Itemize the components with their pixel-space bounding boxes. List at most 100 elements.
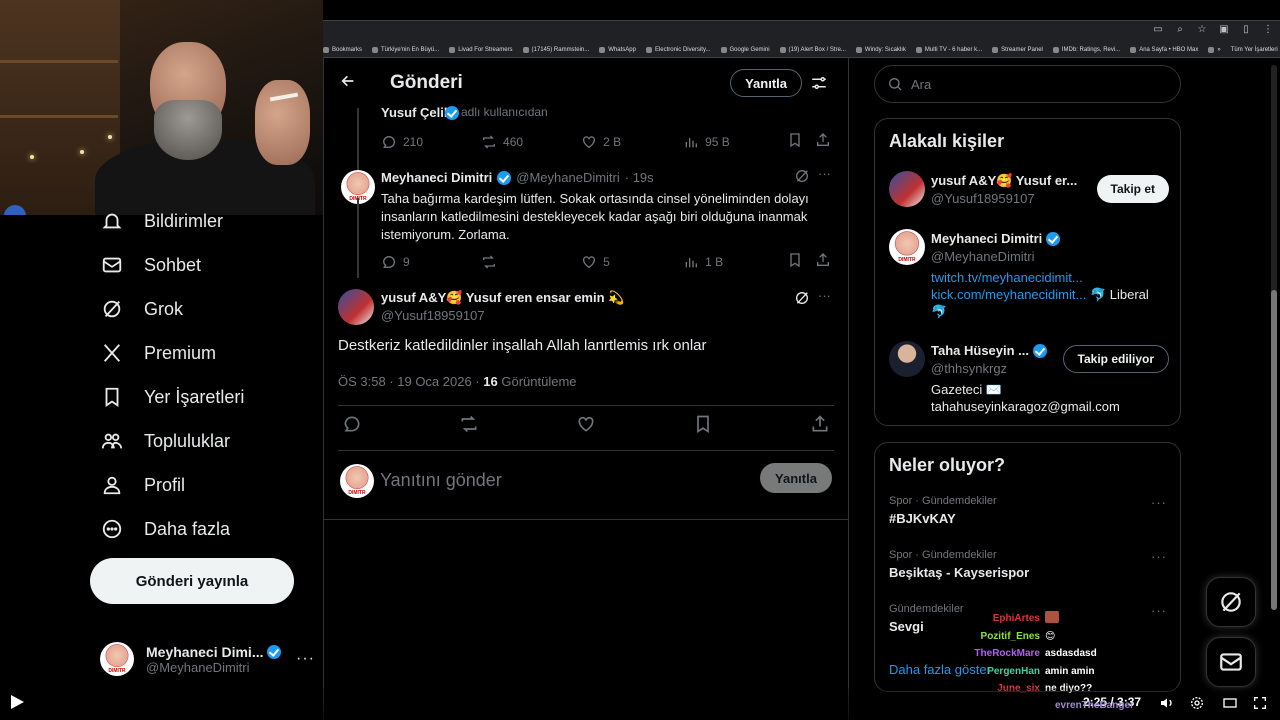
page-title: Gönderi bbox=[390, 72, 463, 93]
bookmark-icon[interactable] bbox=[787, 132, 803, 151]
person-row[interactable]: yusuf A&Y🥰 Yusuf er... @Yusuf18959107 Ta… bbox=[889, 171, 1169, 211]
sidebar-item-chat[interactable]: Sohbet bbox=[100, 247, 201, 283]
reply-header-button[interactable]: Yanıtla bbox=[730, 69, 802, 97]
grok-icon[interactable] bbox=[794, 168, 810, 189]
bookmark-item[interactable]: (17145) Rammstein... bbox=[522, 46, 589, 53]
bookmark-item[interactable]: WhatsApp bbox=[599, 46, 636, 53]
reply-count[interactable]: 210 bbox=[381, 134, 481, 150]
account-switcher[interactable]: Meyhaneci Dimi... @MeyhaneDimitri ··· bbox=[100, 635, 315, 683]
bookmark-item[interactable]: Ana Sayfa • HBO Max bbox=[1130, 46, 1198, 53]
star-icon[interactable]: ☆ bbox=[1196, 24, 1208, 36]
sidebar-item-communities[interactable]: Topluluklar bbox=[100, 423, 230, 459]
messages-fab-button[interactable] bbox=[1206, 637, 1256, 687]
trend-item[interactable]: Spor · Gündemdekiler Beşiktaş - Kayseris… bbox=[889, 549, 1167, 580]
favicon-icon bbox=[372, 46, 379, 53]
sidebar-item-notifications[interactable]: Bildirimler bbox=[100, 203, 223, 239]
bookmark-icon[interactable] bbox=[787, 252, 803, 271]
bookmark-item[interactable]: Türkiye'nin En Büyü... bbox=[372, 46, 439, 53]
bookmark-item[interactable]: Electronic Diversity... bbox=[645, 46, 711, 53]
account-handle: @MeyhaneDimitri bbox=[146, 659, 250, 675]
view-count[interactable]: 1 B bbox=[683, 254, 787, 270]
follow-button[interactable]: Takip et bbox=[1096, 175, 1169, 203]
bookmark-item[interactable]: Multi TV - 6 haber k... bbox=[915, 46, 982, 53]
volume-icon[interactable] bbox=[1158, 694, 1176, 712]
repost-icon bbox=[483, 255, 496, 268]
sidebar-item-premium[interactable]: Premium bbox=[100, 335, 216, 371]
share-icon[interactable] bbox=[815, 252, 831, 271]
mail-icon bbox=[100, 253, 124, 277]
bookmark-item[interactable]: IMDb: Ratings, Revi... bbox=[1052, 46, 1120, 53]
share-icon[interactable] bbox=[815, 132, 831, 151]
zoom-icon[interactable]: ⌕ bbox=[1174, 24, 1186, 36]
avatar[interactable] bbox=[338, 289, 374, 325]
chat-message: EphiArtes bbox=[955, 610, 1115, 628]
sidebar-item-label: Premium bbox=[144, 342, 217, 363]
sidebar-item-profile[interactable]: Profil bbox=[100, 467, 185, 503]
tweet-author-name: yusuf A&Y🥰 Yusuf eren ensar emin 💫 bbox=[381, 290, 625, 305]
settings-gear-icon[interactable] bbox=[1188, 694, 1206, 712]
bookmark-item[interactable]: Streamer Panel bbox=[992, 46, 1043, 53]
theater-mode-icon[interactable] bbox=[1221, 694, 1239, 712]
play-icon[interactable] bbox=[11, 695, 24, 709]
person-name: Taha Hüseyin ... bbox=[931, 343, 1030, 358]
person-row[interactable]: Meyhaneci Dimitri @MeyhaneDimitri twitch… bbox=[889, 229, 1169, 324]
bookmark-item[interactable]: Livad For Streamers bbox=[449, 46, 513, 53]
trend-item[interactable]: Spor · Gündemdekiler #BJKvKAY ··· bbox=[889, 495, 1167, 526]
fullscreen-icon[interactable] bbox=[1251, 694, 1269, 712]
heart-icon[interactable] bbox=[576, 414, 596, 438]
grok-icon[interactable] bbox=[794, 290, 810, 311]
post-button[interactable]: Gönderi yayınla bbox=[90, 558, 294, 604]
bookmark-icon[interactable] bbox=[693, 414, 713, 438]
avatar bbox=[340, 464, 374, 498]
reply-icon[interactable] bbox=[342, 414, 362, 438]
bookmark-item[interactable]: (19) Alert Box / Stre... bbox=[779, 46, 846, 53]
following-button[interactable]: Takip ediliyor bbox=[1062, 345, 1169, 373]
sidebar-item-grok[interactable]: Grok bbox=[100, 291, 183, 327]
reply-submit-button[interactable]: Yanıtla bbox=[760, 463, 832, 493]
repost-count[interactable] bbox=[481, 254, 581, 270]
sidebar-item-more[interactable]: Daha fazla bbox=[100, 511, 230, 547]
more-icon[interactable]: ··· bbox=[818, 288, 831, 303]
bookmark-item[interactable]: Windy: Sıcaklık bbox=[855, 46, 906, 53]
sidebar-item-bookmarks[interactable]: Yer İşaretleri bbox=[100, 379, 244, 415]
favicon-icon bbox=[449, 46, 456, 53]
view-count[interactable]: 95 B bbox=[683, 134, 787, 150]
share-icon[interactable] bbox=[810, 414, 830, 438]
card-title: Alakalı kişiler bbox=[889, 131, 1005, 151]
bio-link[interactable]: kick.com/meyhanecidimit... bbox=[931, 287, 1086, 302]
back-arrow-icon[interactable] bbox=[340, 73, 360, 94]
like-count[interactable]: 5 bbox=[581, 254, 683, 270]
bio-link[interactable]: twitch.tv/meyhanecidimit... bbox=[931, 269, 1149, 286]
bookmarks-folder[interactable]: Tüm Yer İşaretleri bbox=[1231, 47, 1278, 53]
favicon-icon bbox=[992, 46, 999, 53]
cast-icon[interactable]: ▭ bbox=[1152, 24, 1164, 36]
sidebar-icon[interactable]: ▯ bbox=[1240, 24, 1252, 36]
more-icon[interactable]: ··· bbox=[296, 650, 315, 668]
chat-message: TheRockMare asdasdasd bbox=[955, 645, 1115, 663]
extensions-icon[interactable]: ▣ bbox=[1218, 24, 1230, 36]
repost-count[interactable]: 460 bbox=[481, 134, 581, 150]
tweet-author-handle: @MeyhaneDimitri bbox=[516, 170, 620, 185]
menu-icon[interactable]: ⋮ bbox=[1262, 24, 1274, 36]
communities-icon bbox=[100, 429, 124, 453]
grok-fab-button[interactable] bbox=[1206, 577, 1256, 627]
repost-icon[interactable] bbox=[459, 414, 479, 438]
bookmark-item[interactable]: Bookmarks bbox=[323, 46, 362, 53]
reply-input[interactable] bbox=[380, 466, 740, 494]
reply-count[interactable]: 9 bbox=[381, 254, 481, 270]
more-icon[interactable]: ··· bbox=[1151, 603, 1167, 618]
bookmark-item[interactable]: » bbox=[1208, 46, 1221, 53]
bookmark-item[interactable]: Google Gemini bbox=[720, 46, 770, 53]
views-label: Görüntüleme bbox=[501, 374, 577, 389]
search-input[interactable] bbox=[911, 76, 1161, 92]
like-count[interactable]: 2 B bbox=[581, 134, 683, 150]
more-icon[interactable]: ··· bbox=[1151, 549, 1167, 564]
tweet-author-name: Meyhaneci Dimitri bbox=[381, 170, 493, 185]
more-icon[interactable]: ··· bbox=[1151, 495, 1167, 510]
chat-message: PergenHan amin amin bbox=[955, 663, 1115, 681]
more-icon[interactable]: ··· bbox=[818, 166, 831, 181]
person-handle: @Yusuf18959107 bbox=[931, 191, 1035, 206]
filter-icon[interactable] bbox=[810, 74, 828, 97]
person-row[interactable]: Taha Hüseyin ... @thhsynkrgz Takip edili… bbox=[889, 341, 1169, 419]
scrollbar[interactable] bbox=[1271, 65, 1277, 610]
